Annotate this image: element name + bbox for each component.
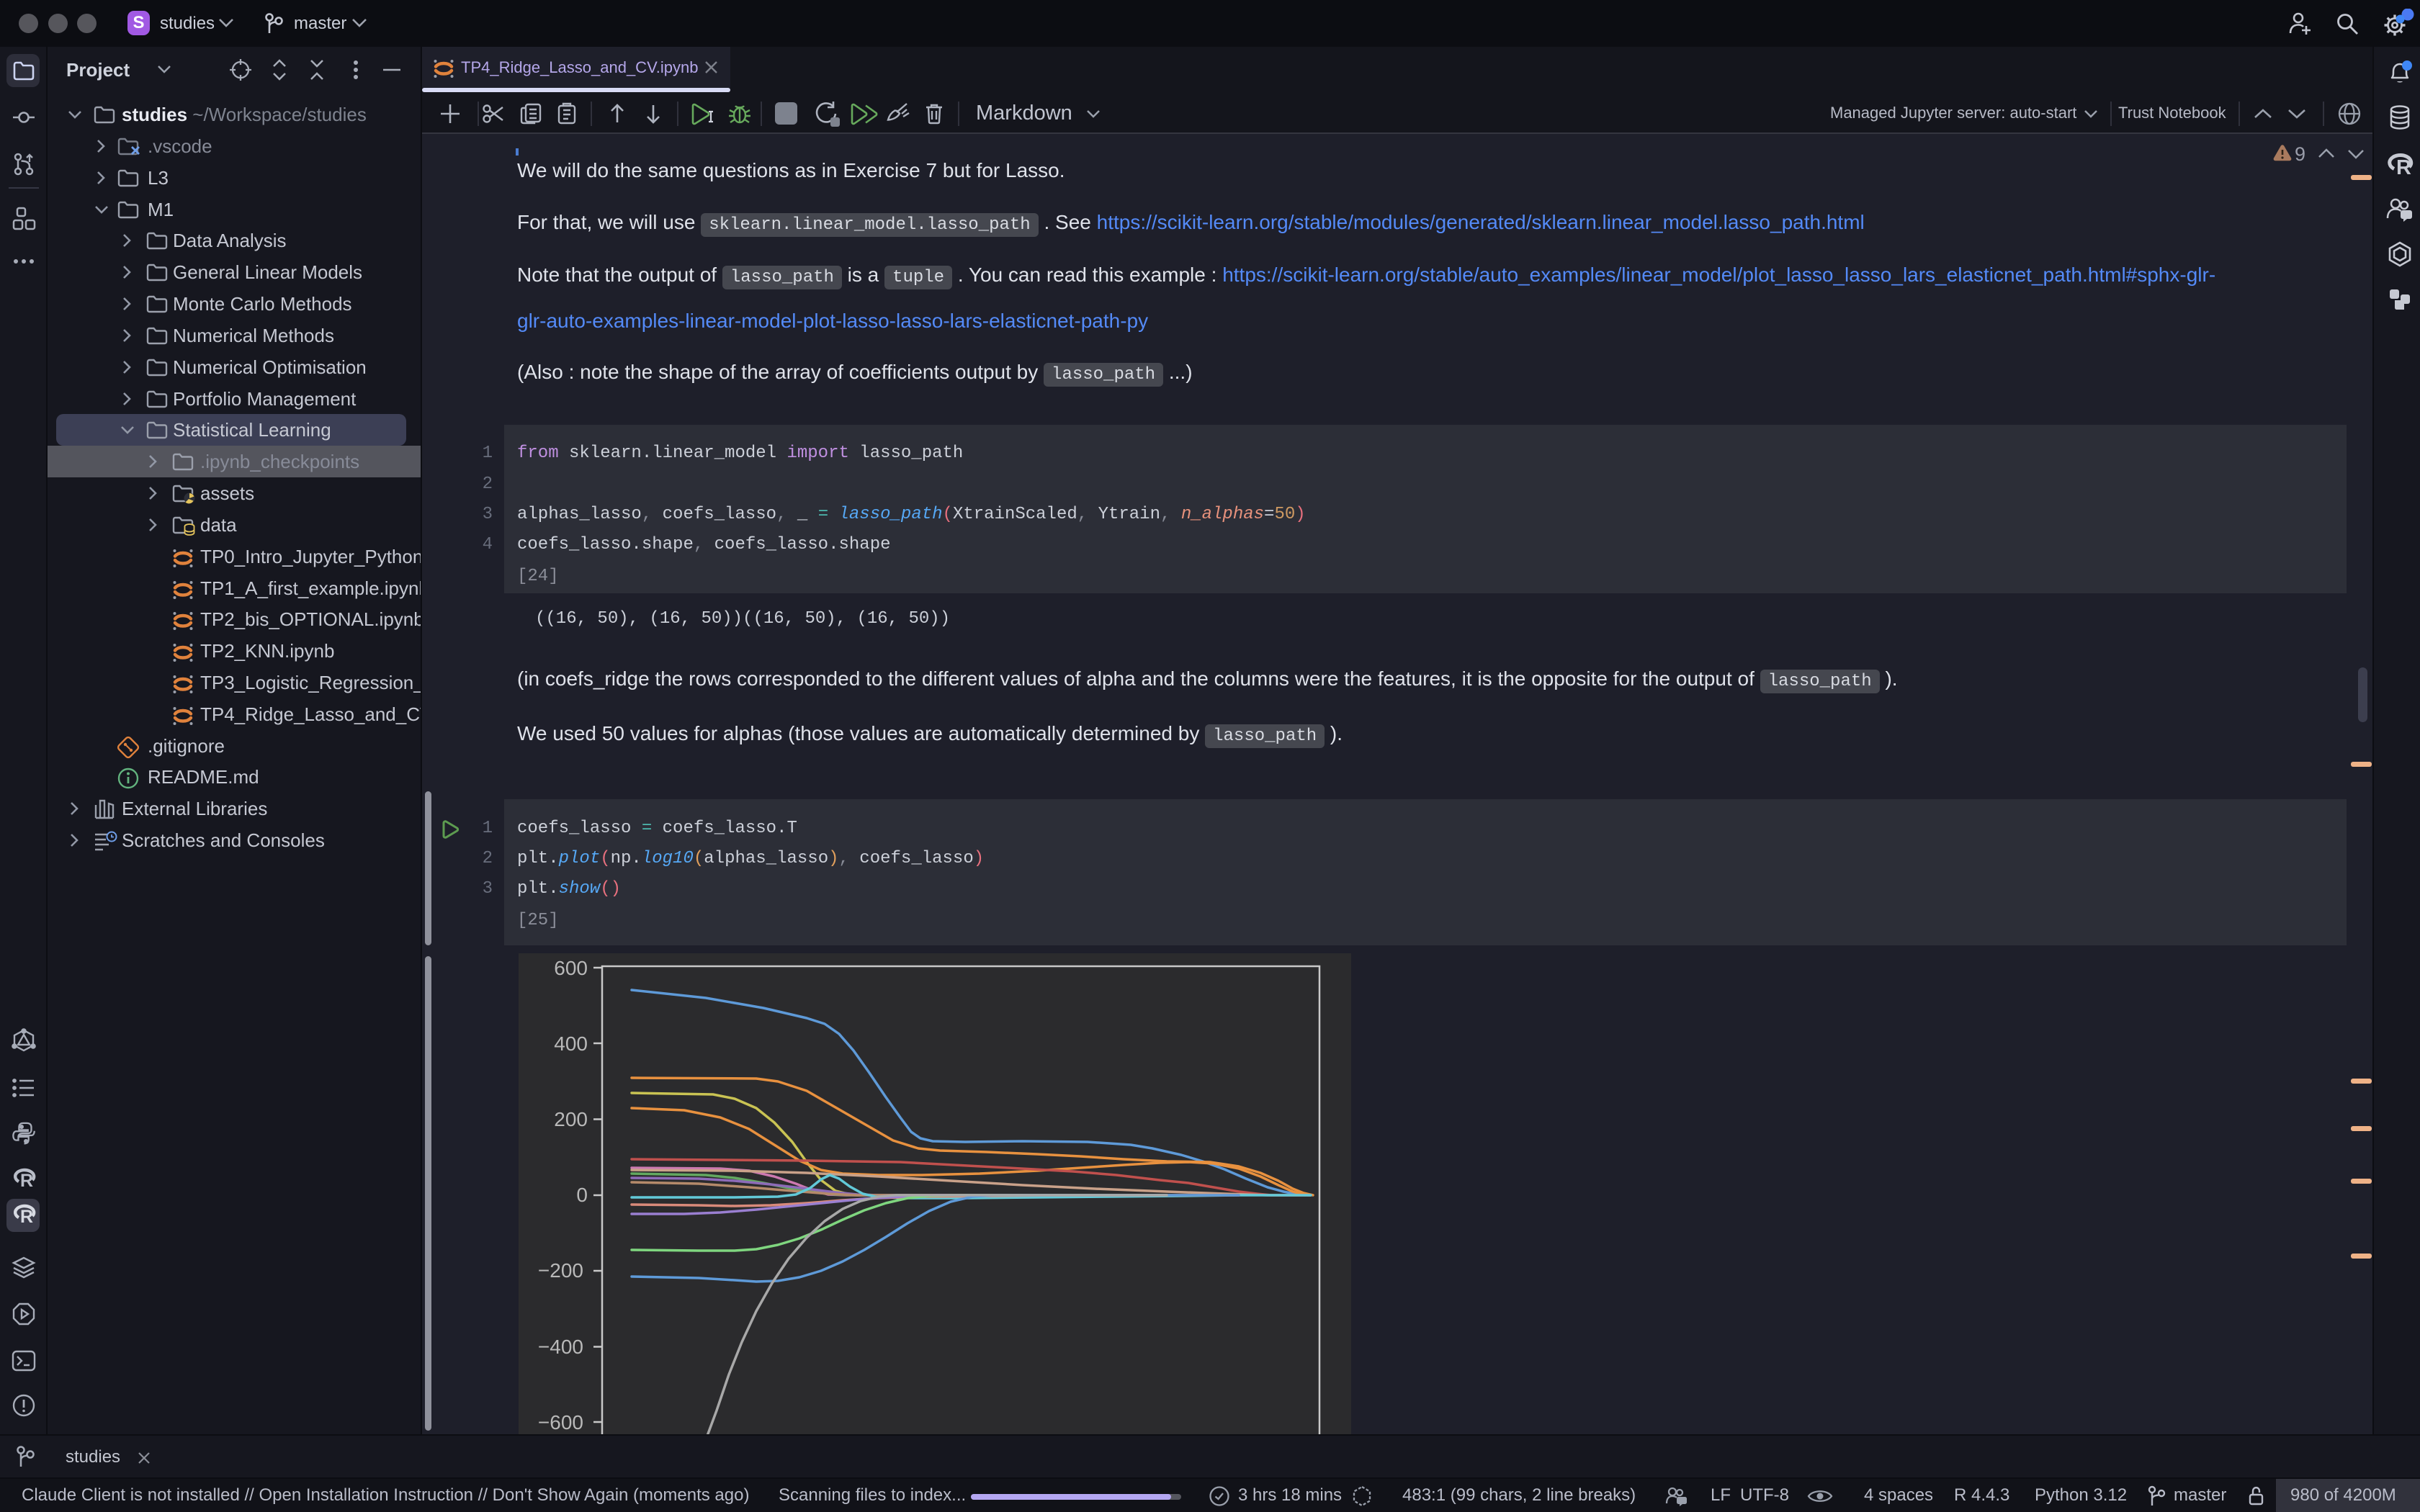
svg-text:R: R	[20, 1207, 33, 1227]
svg-text:−200: −200	[538, 1259, 583, 1282]
svg-text:200: 200	[554, 1108, 588, 1130]
svg-text:−600: −600	[538, 1411, 583, 1434]
svg-text:−400: −400	[538, 1336, 583, 1358]
svg-text:R: R	[2396, 156, 2411, 176]
svg-text:600: 600	[554, 957, 588, 979]
svg-text:0: 0	[576, 1184, 588, 1206]
svg-text:400: 400	[554, 1032, 588, 1055]
svg-text:R: R	[20, 1171, 33, 1191]
